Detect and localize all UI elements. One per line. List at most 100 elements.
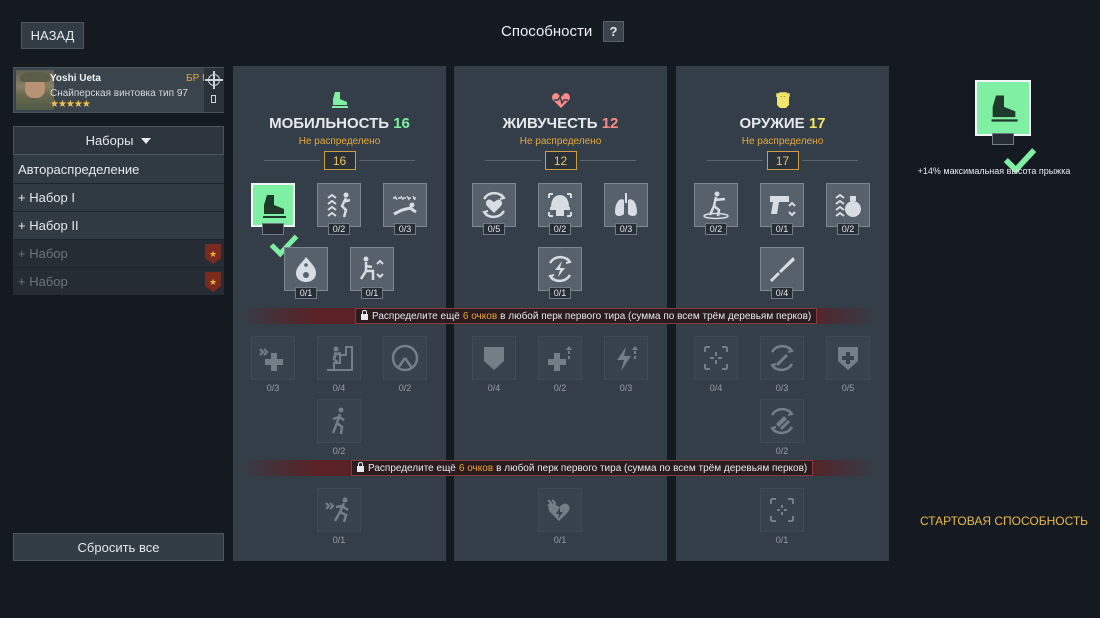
perk-locked-heart-up: 0/1 — [538, 488, 582, 545]
panel-points: 17 — [808, 115, 826, 132]
set-item-label: + Набор I — [18, 190, 75, 205]
climb-icon — [324, 343, 354, 373]
shield-plus-icon — [833, 343, 863, 373]
perk-crawl[interactable]: 0/3 — [383, 183, 427, 235]
bolt-up-icon — [611, 343, 641, 373]
perk-locked-shield: 0/4 — [472, 336, 516, 393]
perk-count: 0/1 — [775, 535, 789, 545]
sets-dropdown[interactable]: Наборы — [13, 126, 224, 155]
target-icon — [701, 343, 731, 373]
perk-shooter[interactable]: 0/2 — [694, 183, 738, 235]
lock-text: в любой перк первого тира (сумма по всем… — [500, 310, 812, 322]
starting-ability-description: +14% максимальная высота прыжка — [917, 166, 1071, 176]
soldier-card[interactable]: Yoshi Ueta Снайперская винтовка тип 97 ★… — [13, 67, 224, 113]
set-item-label: + Набор II — [18, 218, 79, 233]
check-icon — [262, 223, 284, 235]
crawl-icon — [390, 190, 420, 220]
panel-title: МОБИЛЬНОСТЬ 16 — [233, 115, 446, 132]
panel-title: ОРУЖИЕ 17 — [676, 115, 889, 132]
sprint-icon — [324, 495, 354, 525]
perk-count: 0/2 — [398, 383, 412, 393]
perk-grenade[interactable]: 0/2 — [826, 183, 870, 235]
perk-count: 0/4 — [487, 383, 501, 393]
set-item-auto[interactable]: Автораспределение — [13, 155, 224, 183]
boot-icon — [987, 91, 1021, 125]
perk-count: 0/4 — [332, 383, 346, 393]
divider-line — [580, 160, 636, 161]
crouch-icon — [357, 254, 387, 284]
avatar — [16, 70, 54, 110]
tier-lock-banner: Распределите ещё 6 очков в любой перк пе… — [239, 460, 879, 476]
perk-jump-height[interactable] — [251, 183, 295, 227]
set-item-locked-3: + Набор ★ — [13, 239, 224, 267]
tier-lock-banner: Распределите ещё 6 очков в любой перк пе… — [239, 308, 879, 324]
perk-locked-ammo: 0/2 — [760, 399, 804, 456]
back-button[interactable]: НАЗАД — [21, 22, 84, 49]
set-item-label: Автораспределение — [18, 161, 140, 177]
soldier-side-panel — [204, 68, 224, 112]
panel-status: Не распределено — [519, 136, 602, 147]
ammo-cycle-icon — [767, 406, 797, 436]
perk-locked-gauge: 0/2 — [383, 336, 427, 393]
perk-crouch[interactable]: 0/1 — [350, 247, 394, 299]
perk-locked-target: 0/4 — [694, 336, 738, 393]
perk-helmet[interactable]: 0/2 — [538, 183, 582, 235]
heart-icon — [551, 90, 571, 110]
divider-line — [359, 160, 415, 161]
perk-count: 0/1 — [361, 287, 383, 299]
perk-lungs[interactable]: 0/3 — [604, 183, 648, 235]
set-item-locked-4: + Набор ★ — [13, 267, 224, 295]
perk-pistol[interactable]: 0/1 — [760, 183, 804, 235]
perk-locked-run: 0/2 — [317, 399, 361, 456]
perk-jump[interactable]: 0/2 — [317, 183, 361, 235]
perk-locked-heal-up: 0/2 — [538, 336, 582, 393]
lock-icon — [361, 310, 368, 320]
shield-icon — [479, 343, 509, 373]
perk-count: 0/2 — [332, 446, 346, 456]
lock-text: Распределите ещё — [372, 310, 460, 322]
starting-ability-label: СТАРТОВАЯ СПОСОБНОСТЬ — [919, 514, 1089, 528]
sets-dropdown-label: Наборы — [85, 133, 134, 148]
divider-line — [485, 160, 541, 161]
set-item-1[interactable]: + Набор I — [13, 183, 224, 211]
panel-status: Не распределено — [298, 136, 381, 147]
perk-count: 0/2 — [328, 223, 350, 235]
energy-cycle-icon — [545, 254, 575, 284]
sets-list: Автораспределение + Набор I + Набор II +… — [13, 155, 224, 295]
perk-count: 0/4 — [709, 383, 723, 393]
perk-count: 0/3 — [266, 383, 280, 393]
medkit-icon — [258, 343, 288, 373]
perk-knife[interactable]: 0/4 — [760, 247, 804, 299]
divider-line — [707, 160, 763, 161]
divider-line — [802, 160, 858, 161]
panel-status: Не распределено — [741, 136, 824, 147]
divider-line — [264, 160, 320, 161]
perk-fire-resist[interactable]: 0/1 — [284, 247, 328, 299]
rank-lock-icon: ★ — [205, 244, 221, 264]
shooter-icon — [701, 190, 731, 220]
device-icon — [211, 95, 216, 103]
lock-text: в любой перк первого тира (сумма по всем… — [496, 462, 808, 474]
points-box: 16 — [323, 151, 356, 170]
soldier-rank: БР I — [186, 73, 205, 84]
points-box: 12 — [544, 151, 577, 170]
lungs-icon — [611, 190, 641, 220]
lock-text: Распределите ещё — [368, 462, 456, 474]
heart-bolt-icon — [545, 495, 575, 525]
perk-count: 0/3 — [615, 223, 637, 235]
perk-count: 0/2 — [775, 446, 789, 456]
set-item-2[interactable]: + Набор II — [13, 211, 224, 239]
fire-icon — [291, 254, 321, 284]
perk-count: 0/1 — [771, 223, 793, 235]
heal-up-icon — [545, 343, 575, 373]
perk-stamina-regen[interactable]: 0/1 — [538, 247, 582, 299]
starting-ability-perk[interactable] — [975, 80, 1031, 136]
soldier-weapon: Снайперская винтовка тип 97 — [50, 88, 188, 99]
knife-icon — [767, 254, 797, 284]
reset-all-button[interactable]: Сбросить все — [13, 533, 224, 561]
perk-locked-reload: 0/3 — [760, 336, 804, 393]
perk-heart-regen[interactable]: 0/5 — [472, 183, 516, 235]
perk-count: 0/1 — [549, 287, 571, 299]
help-button[interactable]: ? — [603, 21, 624, 42]
perk-count: 0/2 — [705, 223, 727, 235]
